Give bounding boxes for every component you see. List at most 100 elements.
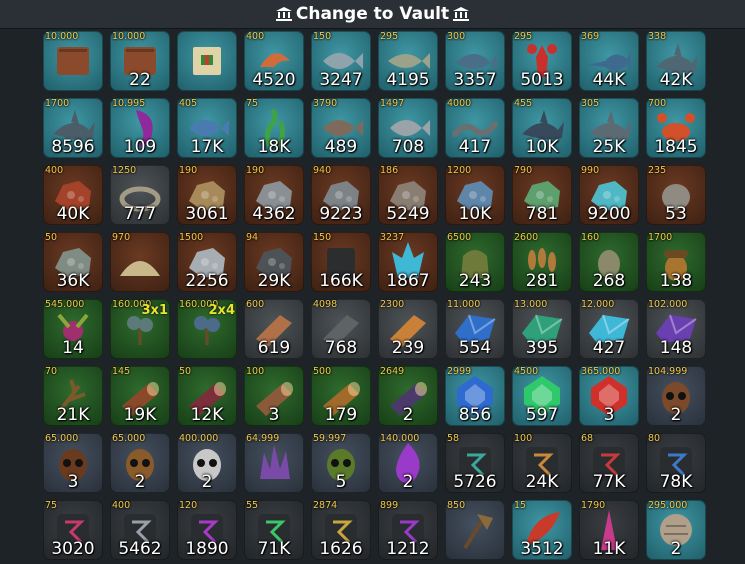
item-tile[interactable]: 500 179 — [311, 366, 371, 426]
inventory-slot[interactable]: 12.000 427 — [576, 296, 643, 363]
inventory-slot[interactable]: 990 9200 — [576, 162, 643, 229]
item-tile[interactable]: 50 12K — [177, 366, 237, 426]
item-tile[interactable]: 75 3020 — [43, 500, 103, 560]
item-tile[interactable]: 970 — [110, 232, 170, 292]
item-tile[interactable]: 160 268 — [579, 232, 639, 292]
inventory-slot[interactable]: 140.000 2 — [375, 430, 442, 497]
inventory-slot[interactable]: 545.000 14 — [40, 296, 107, 363]
inventory-slot[interactable]: 1200 10K — [442, 162, 509, 229]
item-tile[interactable]: 3237 1867 — [378, 232, 438, 292]
inventory-slot[interactable]: 4098 768 — [308, 296, 375, 363]
item-tile[interactable]: 68 77K — [579, 433, 639, 493]
inventory-slot[interactable]: 4500 597 — [509, 363, 576, 430]
inventory-slot[interactable]: 160.000 3x1 — [107, 296, 174, 363]
inventory-slot[interactable]: 850 — [442, 497, 509, 564]
item-tile[interactable]: 3790 489 — [311, 98, 371, 158]
item-tile[interactable]: 338 42K — [646, 31, 706, 91]
inventory-slot[interactable]: 190 3061 — [174, 162, 241, 229]
item-tile[interactable]: 4500 597 — [512, 366, 572, 426]
inventory-slot[interactable]: 295 5013 — [509, 28, 576, 95]
item-tile[interactable]: 160.000 3x1 — [110, 299, 170, 359]
item-tile[interactable]: 102.000 148 — [646, 299, 706, 359]
item-tile[interactable]: 295.000 2 — [646, 500, 706, 560]
inventory-slot[interactable]: 1790 11K — [576, 497, 643, 564]
item-tile[interactable]: 1700 138 — [646, 232, 706, 292]
item-tile[interactable]: 1200 10K — [445, 165, 505, 225]
inventory-slot[interactable]: 899 1212 — [375, 497, 442, 564]
item-tile[interactable]: 100 24K — [512, 433, 572, 493]
item-tile[interactable]: 1250 777 — [110, 165, 170, 225]
vault-title[interactable]: Change to Vault — [275, 4, 470, 24]
inventory-slot[interactable]: 600 619 — [241, 296, 308, 363]
inventory-slot[interactable]: 10.000 22 — [107, 28, 174, 95]
item-tile[interactable]: 190 4362 — [244, 165, 304, 225]
inventory-slot[interactable]: 186 5249 — [375, 162, 442, 229]
item-tile[interactable]: 160.000 2x4 — [177, 299, 237, 359]
inventory-slot[interactable]: 58 5726 — [442, 430, 509, 497]
inventory-slot[interactable]: 405 17K — [174, 95, 241, 162]
inventory-slot[interactable]: 455 10K — [509, 95, 576, 162]
item-tile[interactable]: 400 40K — [43, 165, 103, 225]
item-tile[interactable]: 13.000 395 — [512, 299, 572, 359]
inventory-slot[interactable]: 235 53 — [643, 162, 710, 229]
item-tile[interactable]: 4098 768 — [311, 299, 371, 359]
item-tile[interactable]: 11.000 554 — [445, 299, 505, 359]
inventory-slot[interactable]: 295.000 2 — [643, 497, 710, 564]
inventory-slot[interactable]: 940 9223 — [308, 162, 375, 229]
item-tile[interactable] — [177, 31, 237, 91]
inventory-slot[interactable]: 338 42K — [643, 28, 710, 95]
item-tile[interactable]: 1500 2256 — [177, 232, 237, 292]
inventory-slot[interactable]: 295 4195 — [375, 28, 442, 95]
inventory-slot[interactable]: 10.000 — [40, 28, 107, 95]
item-tile[interactable]: 6500 243 — [445, 232, 505, 292]
inventory-slot[interactable]: 305 25K — [576, 95, 643, 162]
inventory-slot[interactable]: 3790 489 — [308, 95, 375, 162]
item-tile[interactable]: 120 1890 — [177, 500, 237, 560]
inventory-slot[interactable]: 104.999 2 — [643, 363, 710, 430]
inventory-slot[interactable]: 150 3247 — [308, 28, 375, 95]
item-tile[interactable]: 50 36K — [43, 232, 103, 292]
inventory-slot[interactable]: 65.000 2 — [107, 430, 174, 497]
item-tile[interactable]: 990 9200 — [579, 165, 639, 225]
inventory-slot[interactable]: 11.000 554 — [442, 296, 509, 363]
inventory-slot[interactable]: 150 166K — [308, 229, 375, 296]
inventory-slot[interactable]: 1700 138 — [643, 229, 710, 296]
inventory-slot[interactable]: 2999 856 — [442, 363, 509, 430]
item-tile[interactable]: 104.999 2 — [646, 366, 706, 426]
item-tile[interactable]: 70 21K — [43, 366, 103, 426]
item-tile[interactable]: 369 44K — [579, 31, 639, 91]
inventory-slot[interactable]: 100 24K — [509, 430, 576, 497]
inventory-slot[interactable]: 160 268 — [576, 229, 643, 296]
item-tile[interactable]: 55 71K — [244, 500, 304, 560]
inventory-slot[interactable]: 160.000 2x4 — [174, 296, 241, 363]
item-tile[interactable]: 190 3061 — [177, 165, 237, 225]
inventory-slot[interactable]: 94 29K — [241, 229, 308, 296]
item-tile[interactable]: 75 18K — [244, 98, 304, 158]
inventory-slot[interactable]: 2874 1626 — [308, 497, 375, 564]
inventory-slot[interactable]: 369 44K — [576, 28, 643, 95]
item-tile[interactable]: 150 3247 — [311, 31, 371, 91]
item-tile[interactable]: 10.000 — [43, 31, 103, 91]
item-tile[interactable]: 295 5013 — [512, 31, 572, 91]
item-tile[interactable]: 94 29K — [244, 232, 304, 292]
inventory-slot[interactable]: 400.000 2 — [174, 430, 241, 497]
item-tile[interactable]: 2999 856 — [445, 366, 505, 426]
item-tile[interactable]: 1700 8596 — [43, 98, 103, 158]
item-tile[interactable]: 790 781 — [512, 165, 572, 225]
inventory-slot[interactable]: 2649 2 — [375, 363, 442, 430]
item-tile[interactable]: 2874 1626 — [311, 500, 371, 560]
inventory-slot[interactable]: 1500 2256 — [174, 229, 241, 296]
inventory-slot[interactable]: 68 77K — [576, 430, 643, 497]
item-tile[interactable]: 400.000 2 — [177, 433, 237, 493]
inventory-slot[interactable]: 6500 243 — [442, 229, 509, 296]
item-tile[interactable]: 80 78K — [646, 433, 706, 493]
inventory-slot[interactable]: 400 4520 — [241, 28, 308, 95]
inventory-slot[interactable]: 4000 417 — [442, 95, 509, 162]
item-tile[interactable]: 12.000 427 — [579, 299, 639, 359]
item-tile[interactable]: 10.000 22 — [110, 31, 170, 91]
item-tile[interactable]: 2649 2 — [378, 366, 438, 426]
inventory-slot[interactable]: 970 — [107, 229, 174, 296]
item-tile[interactable]: 899 1212 — [378, 500, 438, 560]
item-tile[interactable]: 295 4195 — [378, 31, 438, 91]
item-tile[interactable]: 4000 417 — [445, 98, 505, 158]
